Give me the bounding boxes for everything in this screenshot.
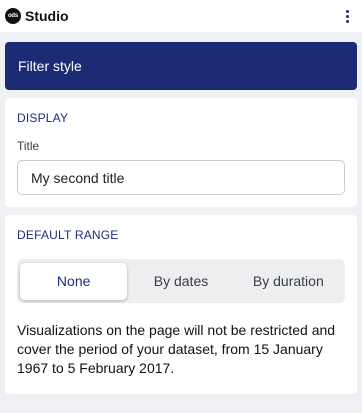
title-input[interactable] bbox=[17, 160, 345, 195]
app-name: Studio bbox=[25, 8, 69, 24]
range-description: Visualizations on the page will not be r… bbox=[17, 322, 336, 376]
range-segmented-control: None By dates By duration bbox=[17, 259, 345, 303]
range-option-by-dates[interactable]: By dates bbox=[127, 263, 234, 300]
panel-header: Filter style bbox=[5, 42, 357, 90]
title-field-label: Title bbox=[17, 139, 40, 153]
more-vertical-icon[interactable] bbox=[340, 6, 354, 26]
default-range-section-title: DEFAULT RANGE bbox=[17, 228, 119, 242]
top-bar: ods Studio bbox=[0, 0, 362, 32]
display-section-title: DISPLAY bbox=[17, 111, 69, 125]
ods-logo-icon: ods bbox=[5, 8, 21, 24]
panel-title: Filter style bbox=[18, 58, 82, 74]
brand: ods Studio bbox=[5, 8, 69, 24]
default-range-section: DEFAULT RANGE None By dates By duration … bbox=[5, 215, 357, 394]
range-option-by-duration[interactable]: By duration bbox=[235, 263, 342, 300]
range-option-none[interactable]: None bbox=[20, 262, 128, 300]
display-section: DISPLAY Title bbox=[5, 98, 357, 207]
